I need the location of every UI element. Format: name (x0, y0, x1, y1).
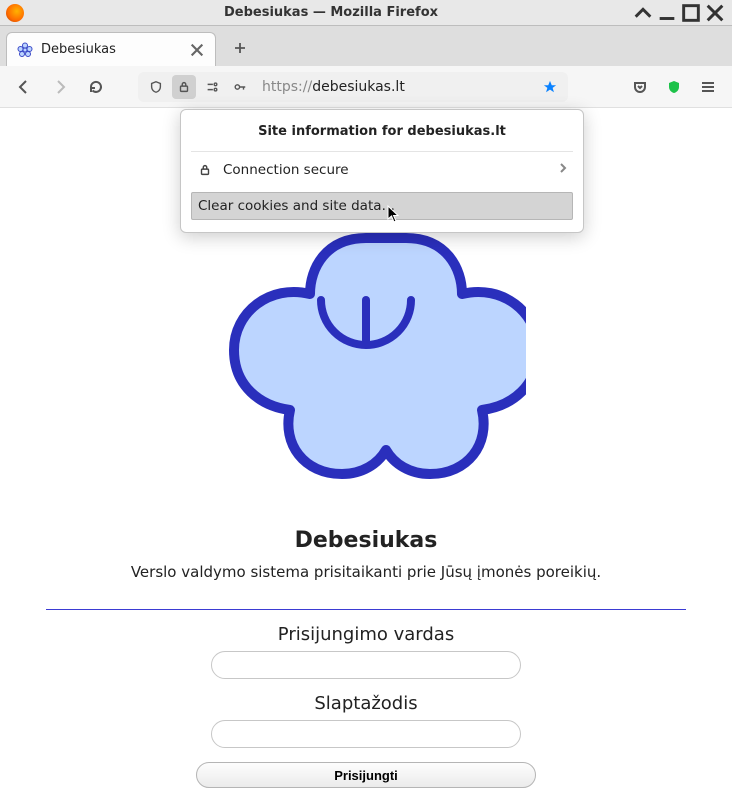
back-button[interactable] (10, 73, 38, 101)
firefox-icon (6, 4, 24, 22)
brand-title: Debesiukas (0, 528, 732, 553)
divider (46, 609, 686, 610)
forward-button[interactable] (46, 73, 74, 101)
pocket-icon[interactable] (626, 73, 654, 101)
tab-strip: Debesiukas (0, 26, 732, 66)
security-shield-icon[interactable] (660, 73, 688, 101)
permissions-icon[interactable] (200, 75, 224, 99)
toolbar: https://debesiukas.lt (0, 66, 732, 108)
username-label: Prisijungimo vardas (0, 624, 732, 645)
tab-close-icon[interactable] (189, 42, 205, 58)
window-close[interactable] (704, 3, 726, 23)
popup-row-clear-data[interactable]: Clear cookies and site data… (191, 192, 573, 220)
brand-subtitle: Verslo valdymo sistema prisitaikanti pri… (0, 563, 732, 581)
login-button[interactable]: Prisijungti (196, 762, 536, 788)
lock-icon[interactable] (172, 75, 196, 99)
chevron-right-icon (557, 162, 569, 178)
url-prefix: https:// (262, 79, 312, 95)
new-tab-button[interactable] (226, 34, 254, 62)
bookmark-star-icon[interactable] (538, 75, 562, 99)
url-text[interactable]: https://debesiukas.lt (256, 79, 534, 95)
password-input[interactable] (211, 720, 521, 748)
url-bar[interactable]: https://debesiukas.lt (138, 72, 568, 102)
brand-logo (0, 218, 732, 498)
popup-row-connection[interactable]: Connection secure (181, 152, 583, 188)
window-show-desktop[interactable] (632, 3, 654, 23)
window-minimize[interactable] (656, 3, 678, 23)
tab-label: Debesiukas (41, 42, 181, 57)
shield-icon[interactable] (144, 75, 168, 99)
password-label: Slaptažodis (0, 693, 732, 714)
key-icon[interactable] (228, 75, 252, 99)
window-title: Debesiukas — Mozilla Firefox (32, 5, 630, 20)
window-maximize[interactable] (680, 3, 702, 23)
site-info-popup: Site information for debesiukas.lt Conne… (180, 109, 584, 233)
url-domain: debesiukas.lt (312, 79, 405, 95)
tab-active[interactable]: Debesiukas (6, 32, 216, 66)
reload-button[interactable] (82, 73, 110, 101)
username-input[interactable] (211, 651, 521, 679)
window-titlebar: Debesiukas — Mozilla Firefox (0, 0, 732, 26)
app-menu-icon[interactable] (694, 73, 722, 101)
popup-title: Site information for debesiukas.lt (181, 120, 583, 151)
popup-clear-label: Clear cookies and site data… (198, 198, 566, 214)
lock-icon (195, 163, 215, 177)
mouse-cursor (387, 205, 401, 227)
tab-favicon (17, 42, 33, 58)
popup-connection-label: Connection secure (223, 162, 557, 178)
